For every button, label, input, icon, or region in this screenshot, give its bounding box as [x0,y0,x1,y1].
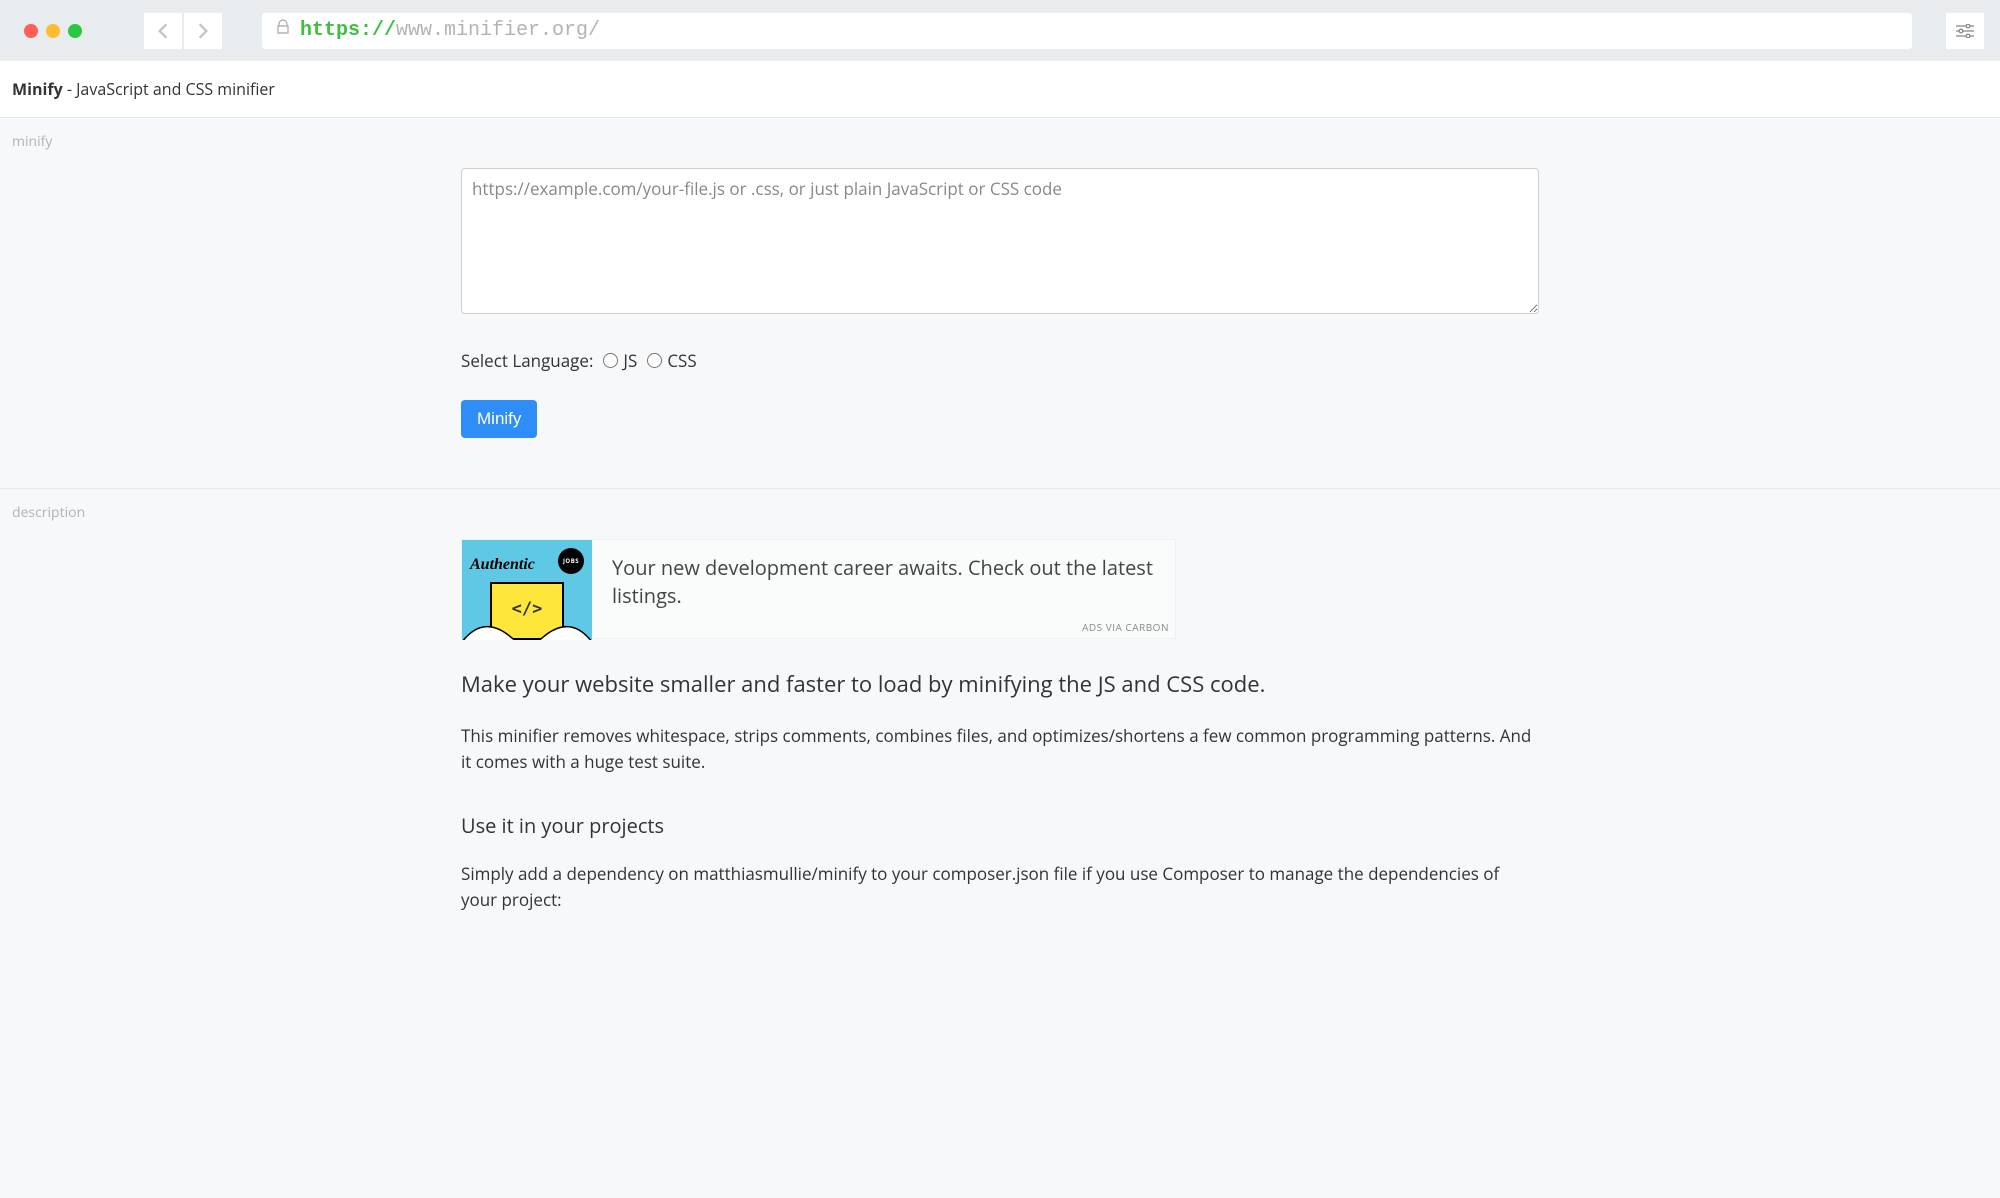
language-row: Select Language: JS CSS [461,349,1539,372]
chevron-right-icon [198,23,208,39]
description-subhead: Use it in your projects [461,812,1539,839]
ad-brand-script: Authentic [470,556,535,574]
window-minimize-icon[interactable] [46,24,60,38]
sliders-icon [1956,24,1974,38]
page-header: Minify - JavaScript and CSS minifier [0,61,2000,118]
radio-js-label[interactable]: JS [603,349,637,372]
description-headline: Make your website smaller and faster to … [461,669,1539,699]
window-controls [24,24,82,38]
ad-card[interactable]: Authentic JOBS </> Your new development … [461,539,1176,639]
radio-css-text: CSS [667,349,696,372]
ad-via-label: ADS VIA CARBON [1082,620,1169,634]
radio-css[interactable] [647,353,662,368]
section-label-minify: minify [12,132,52,151]
select-language-label: Select Language: [461,349,593,372]
radio-js-text: JS [623,349,637,372]
address-bar[interactable]: https://www.minifier.org/ [262,13,1912,49]
minify-button[interactable]: Minify [461,400,537,438]
brand-tagline: - JavaScript and CSS minifier [63,78,275,100]
description-para2: Simply add a dependency on matthiasmulli… [461,861,1539,914]
minify-section: minify Select Language: JS CSS Minify [0,118,2000,489]
url-protocol: https:// [300,19,396,42]
url-path: www.minifier.org/ [396,19,600,42]
settings-button[interactable] [1946,13,1984,49]
browser-chrome: https://www.minifier.org/ [0,0,2000,61]
brand-name: Minify [12,78,63,100]
description-para1: This minifier removes whitespace, strips… [461,723,1539,776]
code-input[interactable] [461,168,1539,314]
nav-buttons [144,13,222,49]
description-section: description Authentic JOBS </> Your new … [0,489,2000,987]
section-label-description: description [12,503,85,522]
lock-icon [276,19,290,42]
window-zoom-icon[interactable] [68,24,82,38]
ad-hands-icon [462,616,592,640]
radio-js[interactable] [603,353,618,368]
window-close-icon[interactable] [24,24,38,38]
forward-button[interactable] [184,13,222,49]
chevron-left-icon [158,23,168,39]
back-button[interactable] [144,13,182,49]
ad-jobs-badge: JOBS [558,548,584,574]
ad-image: Authentic JOBS </> [462,540,592,640]
radio-css-label[interactable]: CSS [647,349,696,372]
